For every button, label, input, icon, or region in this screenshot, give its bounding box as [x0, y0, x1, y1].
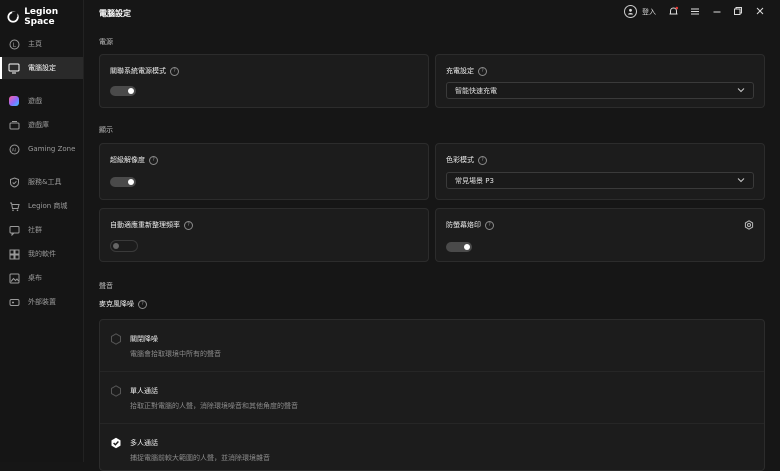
login-button[interactable]: 登入 [624, 5, 656, 18]
shield-icon [8, 176, 20, 188]
minimize-icon[interactable] [711, 5, 723, 17]
app-brand: Legion Space [7, 7, 83, 27]
color-mode-value: 常見場景 P3 [455, 176, 494, 185]
help-icon[interactable]: ? [478, 66, 487, 76]
help-icon[interactable]: ? [485, 220, 494, 230]
chevron-down-icon [737, 88, 745, 93]
chevron-down-icon [737, 178, 745, 183]
sidebar-item-label: Legion 商城 [28, 202, 68, 210]
auto-refresh-rate-label: 自動適應重新整理頻率 [110, 221, 180, 229]
sidebar-item-label: 遊戲庫 [28, 121, 49, 129]
sidebar-item-label: 遊戲 [28, 97, 42, 105]
mic-noise-options-card: 關閉降噪 電腦會拾取環境中所有的聲音 單人通話 拾取正對電腦的人聲，消除環境噪音… [99, 319, 765, 471]
mic-option-desc: 拾取正對電腦的人聲，消除環境噪音和其他角度的聲音 [130, 402, 298, 410]
help-icon[interactable]: ? [184, 220, 193, 230]
top-bar: 電腦設定 登入 [84, 0, 780, 26]
gamepad-icon [8, 95, 20, 107]
sidebar-item-label: 外部裝置 [28, 298, 56, 306]
wallpaper-icon [8, 272, 20, 284]
charge-setting-select[interactable]: 智能快速充電 [446, 82, 754, 99]
mic-option-title: 單人通話 [130, 387, 158, 395]
legion-logo-icon [7, 11, 19, 23]
sidebar-item-library[interactable]: 遊戲庫 [0, 114, 83, 136]
super-resolution-toggle[interactable] [110, 177, 136, 187]
help-icon[interactable]: ? [478, 155, 487, 165]
link-power-mode-card: 關聯系統電源模式 ? [99, 54, 429, 108]
color-mode-card: 色彩模式 ? 常見場景 P3 [435, 143, 765, 200]
super-resolution-label: 超級解像度 [110, 156, 145, 164]
charge-setting-value: 智能快速充電 [455, 86, 497, 95]
section-display-heading: 顯示 [99, 126, 113, 134]
app-name: Legion Space [24, 7, 59, 27]
page-title: 電腦設定 [99, 9, 131, 18]
mic-option-single[interactable]: 單人通話 拾取正對電腦的人聲，消除環境噪音和其他角度的聲音 [100, 372, 764, 424]
sidebar-item-home[interactable]: L 主頁 [0, 33, 83, 55]
sidebar: Legion Space L 主頁 電腦設定 遊戲 遊戲庫 AI Gaming … [0, 0, 84, 462]
cart-icon [8, 200, 20, 212]
restore-icon[interactable] [732, 5, 744, 17]
sidebar-item-label: 我的軟件 [28, 250, 56, 258]
sidebar-item-label: 社群 [28, 226, 42, 234]
sidebar-item-label: Gaming Zone [28, 145, 76, 153]
sidebar-item-services[interactable]: 服務&工具 [0, 171, 83, 193]
charge-setting-card: 充電設定 ? 智能快速充電 [435, 54, 765, 108]
mic-option-title: 多人通話 [130, 439, 158, 447]
charge-setting-label: 充電設定 [446, 67, 474, 75]
login-label: 登入 [642, 7, 656, 16]
anti-burn-in-label: 防螢幕烙印 [446, 221, 481, 229]
mic-option-off[interactable]: 關閉降噪 電腦會拾取環境中所有的聲音 [100, 320, 764, 372]
monitor-icon [8, 62, 20, 74]
user-icon [624, 5, 637, 18]
library-icon [8, 119, 20, 131]
link-power-mode-toggle[interactable] [110, 86, 136, 96]
section-power-heading: 電源 [99, 38, 113, 46]
section-sound-heading: 聲音 [99, 282, 113, 290]
sidebar-item-store[interactable]: Legion 商城 [0, 195, 83, 217]
radio-hexagon-icon [111, 385, 121, 397]
notification-bell-icon[interactable] [667, 5, 679, 17]
sidebar-item-label: 主頁 [28, 40, 42, 48]
anti-burn-in-card: 防螢幕烙印 ? [435, 208, 765, 262]
svg-text:AI: AI [11, 147, 15, 153]
sidebar-item-community[interactable]: 社群 [0, 219, 83, 241]
mic-noise-reduction-heading: 麥克風降噪 ? [99, 299, 147, 309]
settings-icon[interactable] [744, 220, 754, 230]
auto-refresh-rate-toggle[interactable] [110, 240, 138, 252]
mic-option-title: 關閉降噪 [130, 335, 158, 343]
menu-icon[interactable] [689, 5, 701, 17]
color-mode-select[interactable]: 常見場景 P3 [446, 172, 754, 189]
anti-burn-in-toggle[interactable] [446, 242, 472, 252]
software-icon [8, 248, 20, 260]
sidebar-item-my-software[interactable]: 我的軟件 [0, 243, 83, 265]
ai-icon: AI [8, 143, 20, 155]
auto-refresh-rate-card: 自動適應重新整理頻率 ? [99, 208, 429, 262]
sidebar-item-label: 桌布 [28, 274, 42, 282]
link-power-mode-label: 關聯系統電源模式 [110, 67, 166, 75]
sidebar-item-pc-settings[interactable]: 電腦設定 [0, 57, 83, 79]
close-icon[interactable] [754, 5, 766, 17]
sidebar-item-label: 電腦設定 [28, 64, 56, 72]
color-mode-label: 色彩模式 [446, 156, 474, 164]
mic-noise-reduction-label: 麥克風降噪 [99, 300, 134, 308]
mic-option-desc: 電腦會拾取環境中所有的聲音 [130, 350, 221, 358]
mic-option-multi[interactable]: 多人通話 捕捉電腦前較大範圍的人聲，並消除環境雜音 [100, 424, 764, 470]
sidebar-item-devices[interactable]: 外部裝置 [0, 291, 83, 313]
community-icon [8, 224, 20, 236]
super-resolution-card: 超級解像度 ? [99, 143, 429, 200]
sidebar-item-gaming-zone[interactable]: AI Gaming Zone [0, 138, 83, 160]
radio-hexagon-icon [111, 333, 121, 345]
sidebar-item-games[interactable]: 遊戲 [0, 90, 83, 112]
device-icon [8, 296, 20, 308]
help-icon[interactable]: ? [138, 299, 147, 309]
home-icon: L [8, 38, 20, 50]
sidebar-item-wallpaper[interactable]: 桌布 [0, 267, 83, 289]
svg-text:L: L [12, 41, 16, 48]
sidebar-item-label: 服務&工具 [28, 178, 62, 186]
help-icon[interactable]: ? [149, 155, 158, 165]
help-icon[interactable]: ? [170, 66, 179, 76]
radio-checked-icon [111, 437, 121, 449]
